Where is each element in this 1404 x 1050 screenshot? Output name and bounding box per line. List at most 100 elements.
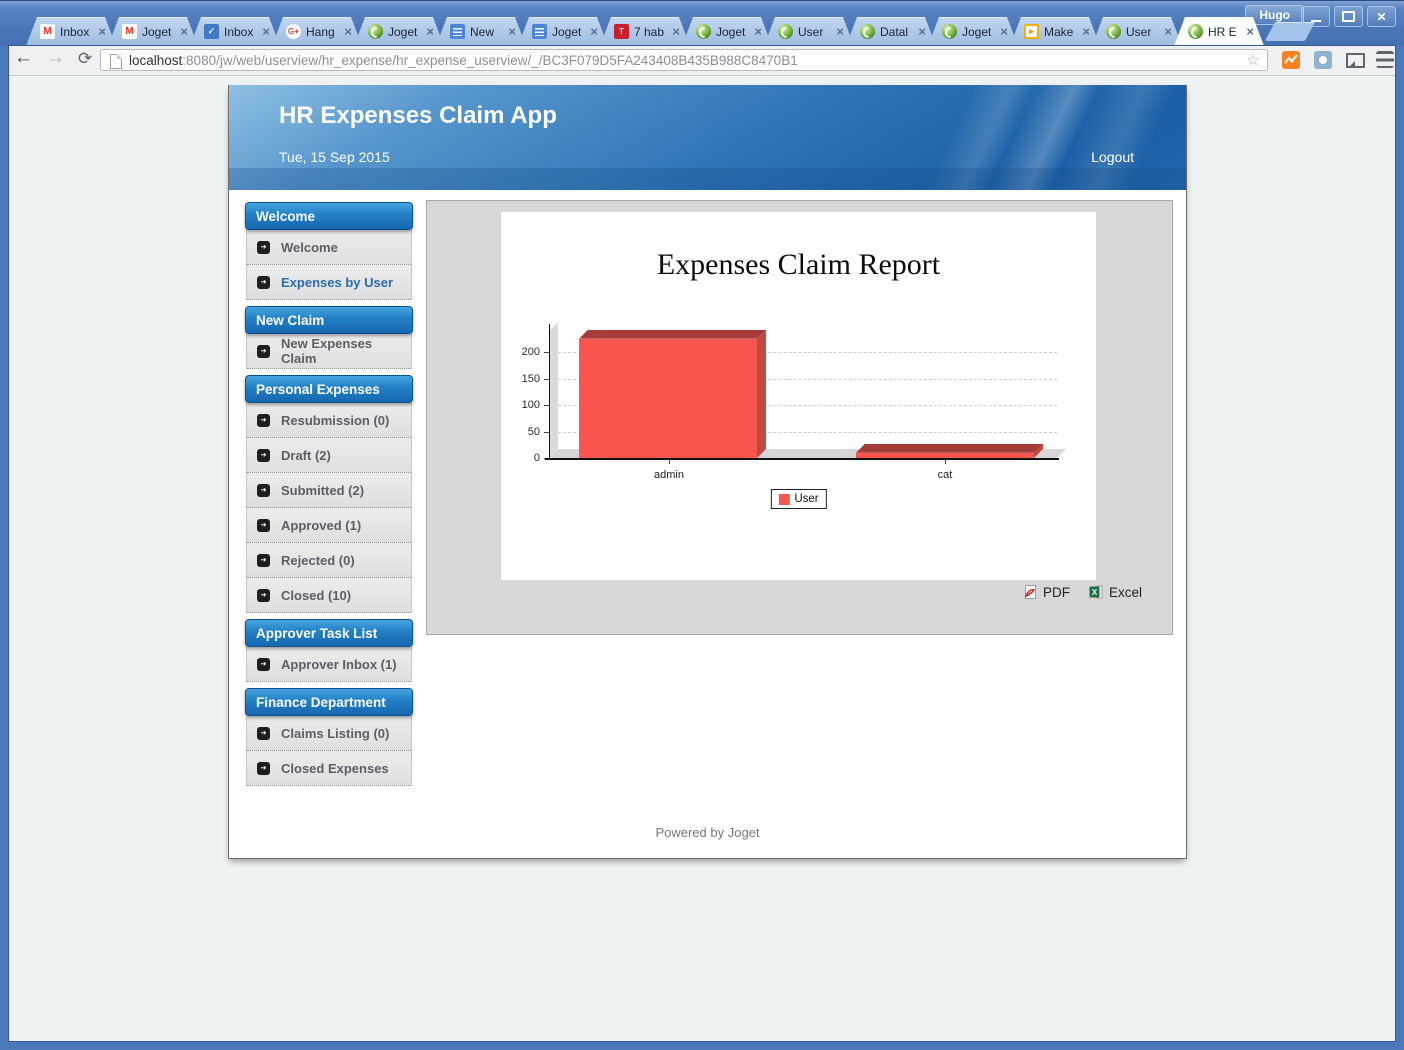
forward-button[interactable]: → (46, 47, 65, 69)
tab-title: New (470, 25, 494, 39)
arrow-icon (257, 414, 270, 427)
joget-favicon (1106, 24, 1121, 39)
maximize-icon (1342, 11, 1355, 22)
browser-tab-datal[interactable]: Datal× (846, 17, 936, 46)
sidebar-category-header: Finance Department (245, 688, 413, 716)
cast-extension-icon[interactable] (1346, 51, 1364, 69)
sidebar-item-new-expenses-claim[interactable]: New Expenses Claim (247, 334, 411, 369)
tab-close-icon[interactable]: × (1082, 25, 1090, 38)
svg-text:X: X (1092, 588, 1098, 597)
minimize-button[interactable] (1301, 6, 1330, 27)
tab-close-icon[interactable]: × (344, 25, 352, 38)
camera-extension-icon[interactable] (1314, 51, 1332, 69)
browser-tab-hr-e[interactable]: HR E× (1174, 17, 1264, 46)
browser-tab-joget[interactable]: Joget× (354, 17, 444, 46)
sidebar-item-welcome[interactable]: Welcome (247, 230, 411, 265)
reload-button[interactable]: ⟳ (78, 49, 92, 69)
sidebar-item-label: Approved (1) (281, 518, 361, 533)
page-icon (110, 54, 122, 69)
arrow-icon (257, 519, 270, 532)
sidebar-item-label: Submitted (2) (281, 483, 364, 498)
arrow-icon (257, 484, 270, 497)
page-viewport: HR Expenses Claim App Tue, 15 Sep 2015 L… (8, 76, 1396, 1042)
doc-favicon (450, 24, 465, 39)
tab-close-icon[interactable]: × (1000, 25, 1008, 38)
tab-close-icon[interactable]: × (1246, 25, 1254, 38)
sidebar-category-header: Personal Expenses (245, 375, 413, 403)
bookmark-favicon: ✓ (204, 24, 219, 39)
joget-favicon (368, 24, 383, 39)
excel-export-link[interactable]: Excel (1109, 585, 1142, 600)
x-axis-tick (945, 460, 946, 464)
menu-icon[interactable] (1376, 51, 1394, 68)
browser-tab-7-hab[interactable]: T7 hab× (600, 17, 690, 46)
arrow-icon (257, 449, 270, 462)
tab-close-icon[interactable]: × (98, 25, 106, 38)
browser-tab-inbox[interactable]: ✓ Inbox × (190, 17, 280, 46)
x-axis-line (545, 458, 1059, 460)
sidebar-item-rejected-0[interactable]: Rejected (0) (247, 543, 411, 578)
browser-tab-inbox[interactable]: MInbox× (26, 17, 116, 46)
tab-close-icon[interactable]: × (918, 25, 926, 38)
browser-tab-joget[interactable]: M Joget × (108, 17, 198, 46)
sidebar-item-submitted-2[interactable]: Submitted (2) (247, 473, 411, 508)
sidebar-item-closed-10[interactable]: Closed (10) (247, 578, 411, 613)
sidebar-category-header: Approver Task List (245, 619, 413, 647)
sidebar-category-finance-department: Finance Department Claims Listing (0) Clos… (245, 688, 413, 786)
gmail-favicon: M (122, 24, 137, 39)
sidebar-item-resubmission-0[interactable]: Resubmission (0) (247, 403, 411, 438)
sidebar-item-claims-listing-0[interactable]: Claims Listing (0) (247, 716, 411, 751)
sidebar-item-label: Claims Listing (0) (281, 726, 389, 741)
browser-tab-user[interactable]: User× (764, 17, 854, 46)
sidebar-item-label: Resubmission (0) (281, 413, 389, 428)
browser-tab-make[interactable]: ▸Make× (1010, 17, 1100, 46)
excel-icon: X (1088, 584, 1104, 600)
tab-close-icon[interactable]: × (1164, 25, 1172, 38)
address-bar[interactable]: localhost :8080/jw/web/userview/hr_expen… (100, 49, 1268, 71)
browser-tab-joget[interactable]: Joget× (682, 17, 772, 46)
tab-close-icon[interactable]: × (508, 25, 516, 38)
close-button[interactable]: ✕ (1367, 6, 1396, 27)
browser-tab-hang[interactable]: G+Hang× (272, 17, 362, 46)
sidebar-item-approved-1[interactable]: Approved (1) (247, 508, 411, 543)
browser-toolbar: ← → ⟳ localhost :8080/jw/web/userview/hr… (0, 45, 1404, 76)
tab-close-icon[interactable]: × (180, 25, 188, 38)
y-axis-tick-label: 0 (506, 452, 540, 464)
browser-tab-joget[interactable]: Joget × (518, 17, 608, 46)
browser-tab-user[interactable]: User× (1092, 17, 1182, 46)
sidebar-item-approver-inbox-1[interactable]: Approver Inbox (1) (247, 647, 411, 682)
sidebar-item-expenses-by-user[interactable]: Expenses by User (247, 265, 411, 300)
sidebar-item-label: Closed Expenses (281, 761, 389, 776)
content-panel: Expenses Claim Report 050100150200adminc… (426, 200, 1173, 635)
tab-title: Joget (962, 25, 991, 39)
tab-title: Inbox (224, 25, 253, 39)
sidebar-item-closed-expenses[interactable]: Closed Expenses (247, 751, 411, 786)
browser-window: MInbox×MJoget×✓Inbox×G+Hang×Joget×New×Jo… (0, 0, 1404, 1050)
tab-close-icon[interactable]: × (262, 25, 270, 38)
logout-link[interactable]: Logout (1091, 149, 1134, 165)
back-button[interactable]: ← (14, 47, 33, 69)
arrow-icon (257, 589, 270, 602)
gmail-favicon: M (40, 24, 55, 39)
maximize-button[interactable] (1334, 6, 1363, 27)
arrow-icon (257, 241, 270, 254)
sidebar-item-label: Approver Inbox (1) (281, 657, 397, 672)
sidebar-item-draft-2[interactable]: Draft (2) (247, 438, 411, 473)
bar-top-face (856, 444, 1043, 453)
sidebar-item-label: Welcome (281, 240, 338, 255)
legend-swatch (778, 494, 789, 505)
tab-title: Joget (552, 25, 581, 39)
tab-close-icon[interactable]: × (590, 25, 598, 38)
x-axis-category-label: admin (654, 469, 684, 481)
browser-tab-new[interactable]: New × (436, 17, 526, 46)
tab-close-icon[interactable]: × (836, 25, 844, 38)
pdf-export-link[interactable]: PDF (1043, 585, 1070, 600)
tab-close-icon[interactable]: × (672, 25, 680, 38)
browser-tab-joget[interactable]: Joget × (928, 17, 1018, 46)
tab-close-icon[interactable]: × (754, 25, 762, 38)
analytics-extension-icon[interactable] (1282, 51, 1300, 69)
tab-title: Joget (142, 25, 171, 39)
tab-title: Make (1044, 25, 1073, 39)
bookmark-star-icon[interactable]: ☆ (1247, 51, 1260, 69)
tab-close-icon[interactable]: × (426, 25, 434, 38)
